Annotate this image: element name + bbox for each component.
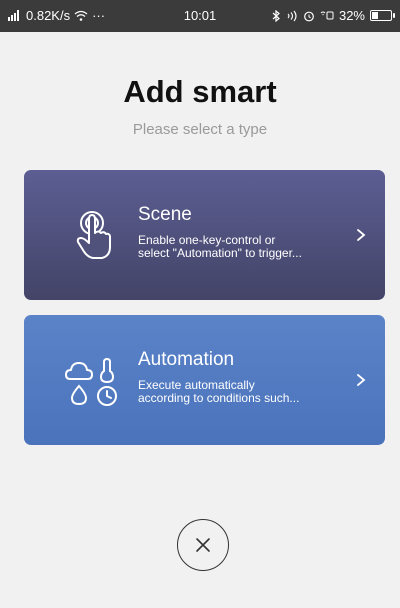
chevron-right-icon bbox=[357, 229, 366, 241]
battery-icon bbox=[370, 10, 395, 21]
scene-description: Enable one-key-control or select "Automa… bbox=[138, 234, 348, 260]
tap-hand-icon bbox=[76, 211, 111, 259]
automation-description-line2: according to conditions such... bbox=[138, 391, 300, 405]
battery-fill bbox=[372, 12, 379, 19]
weather-clock-icon bbox=[65, 357, 117, 406]
scene-title: Scene bbox=[138, 204, 192, 225]
page-title: Add smart bbox=[123, 74, 277, 109]
alarm-icon bbox=[304, 11, 314, 21]
close-icon bbox=[196, 538, 210, 552]
page-subtitle: Please select a type bbox=[132, 121, 268, 138]
chevron-right-icon bbox=[357, 374, 366, 386]
automation-card[interactable]: Automation Execute automatically accordi… bbox=[24, 315, 385, 445]
close-button[interactable] bbox=[177, 519, 229, 571]
status-right: 32% bbox=[272, 8, 395, 23]
automation-title: Automation bbox=[138, 349, 235, 370]
automation-description: Execute automatically according to condi… bbox=[138, 379, 348, 405]
scene-description-line2: select "Automation" to trigger... bbox=[138, 246, 302, 260]
hd-signal-icon bbox=[320, 11, 334, 19]
status-bar: 0.82K/s ··· 10:01 32% bbox=[0, 0, 400, 32]
bluetooth-icon bbox=[272, 9, 280, 22]
scene-card[interactable]: Scene Enable one-key-control or select "… bbox=[24, 170, 385, 300]
nfc-icon bbox=[287, 10, 297, 21]
battery-percent: 32% bbox=[338, 8, 365, 23]
